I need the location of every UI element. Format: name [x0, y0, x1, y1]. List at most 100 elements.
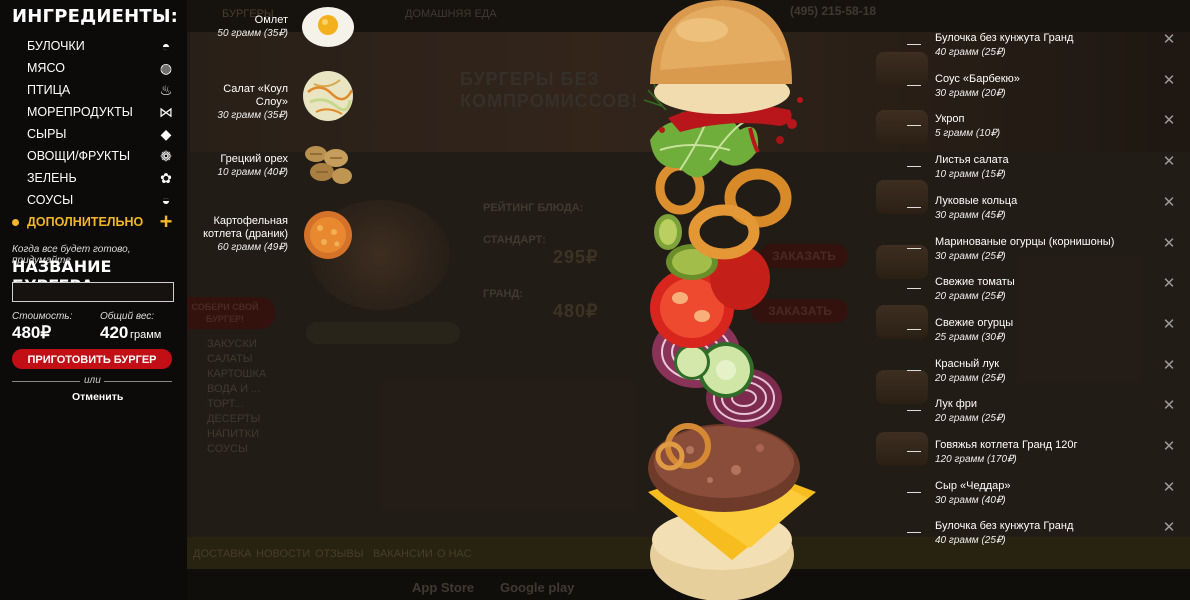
category-1[interactable]: МЯСО ◍ [27, 58, 177, 78]
stack-item-name: Маринованые огурцы (корнишоны) [935, 235, 1115, 248]
stack-item-weight: 20 грамм (25₽) [935, 291, 1006, 303]
active-indicator [12, 219, 19, 226]
remove-icon[interactable]: ✕ [1162, 32, 1176, 47]
choice-weight: 10 грамм (40₽) [217, 167, 288, 178]
remove-icon[interactable]: ✕ [1162, 113, 1176, 128]
stack-item-name: Булочка без кунжута Гранд [935, 32, 1074, 44]
remove-icon[interactable]: ✕ [1162, 480, 1176, 495]
remove-icon[interactable]: ✕ [1162, 520, 1176, 535]
category-0[interactable]: БУЛОЧКИ ◓ [27, 36, 177, 56]
category-8[interactable]: ДОПОЛНИТЕЛЬНО + [27, 209, 177, 234]
omelet-icon [302, 7, 354, 47]
stack-item: Лук фри 20 грамм (25₽) ✕ [907, 398, 1177, 439]
choice-weight: 30 грамм (35₽) [217, 110, 288, 121]
category-label: ЗЕЛЕНЬ [27, 171, 77, 185]
stack-item-name: Булочка без кунжута Гранд [935, 520, 1074, 533]
stack-item-name: Свежие томаты [935, 276, 1015, 289]
weight-label: Общий вес: [100, 311, 155, 322]
choice-name: Омлет [254, 14, 288, 26]
connector-line [907, 206, 921, 208]
walnut-icon [305, 146, 352, 184]
stack-item-weight: 30 грамм (40₽) [935, 494, 1006, 506]
stack-item-weight: 40 грамм (25₽) [935, 47, 1006, 58]
stack-item: Маринованые огурцы (корнишоны) 30 грамм (… [907, 235, 1177, 277]
steak-icon: ◍ [159, 59, 173, 76]
remove-icon[interactable]: ✕ [1162, 398, 1176, 413]
connector-line [907, 369, 921, 371]
stack-item-weight: 120 грамм (170₽) [935, 454, 1017, 465]
stack-item: Свежие томаты 20 грамм (25₽) ✕ [907, 276, 1177, 317]
remove-icon[interactable]: ✕ [1162, 236, 1176, 251]
stack-item-name: Укроп [935, 113, 965, 126]
stack-item-name: Свежие огурцы [935, 316, 1014, 329]
stack-item: Укроп 5 грамм (10₽) ✕ [907, 113, 1177, 154]
category-label: МЯСО [27, 61, 65, 75]
cancel-link[interactable]: Отменить [72, 391, 123, 403]
panel-title: ИНГРЕДИЕНТЫ: [12, 6, 179, 27]
weight-value: 420 [100, 323, 129, 342]
stack-item: Соус «Барбекю» 30 грамм (20₽) ✕ [907, 72, 1177, 114]
stack-item-name: Сыр «Чеддар» [935, 479, 1011, 492]
category-label: ДОПОЛНИТЕЛЬНО [27, 215, 144, 229]
cost-label: Стоимость: [12, 311, 73, 322]
stack-item-name: Луковые кольца [935, 194, 1018, 207]
remove-icon[interactable]: ✕ [1162, 195, 1176, 210]
stack-item-weight: 40 грамм (25₽) [935, 535, 1006, 547]
stack-item-name: Лук фри [935, 398, 978, 411]
category-label: СЫРЫ [27, 127, 67, 141]
stack-item-weight: 10 грамм (15₽) [935, 169, 1006, 181]
category-5[interactable]: ОВОЩИ/ФРУКТЫ ❁ [27, 146, 177, 166]
category-2[interactable]: ПТИЦА ♨ [27, 80, 177, 100]
potato-pancake-icon [304, 211, 352, 259]
burger-stack [643, 0, 816, 600]
drumstick-icon: ♨ [159, 81, 173, 98]
stack-item: Луковые кольца 30 грамм (45₽) ✕ [907, 194, 1177, 236]
choice-name: Картофельная котлета (драник) [203, 215, 288, 240]
plus-icon: + [159, 209, 173, 234]
fish-icon: ⋈ [159, 103, 173, 120]
category-label: СОУСЫ [27, 193, 74, 207]
stack-item: Говяжья котлета Гранд 120г 120 грамм (170… [907, 439, 1177, 480]
remove-icon[interactable]: ✕ [1162, 73, 1176, 88]
bun-icon: ◓ [161, 38, 171, 54]
stack-item: Красный лук 20 грамм (25₽) ✕ [907, 357, 1177, 399]
stack-item-weight: 30 грамм (25₽) [935, 250, 1006, 262]
choice-name: Грецкий орех [220, 153, 288, 165]
weight-unit: грамм [130, 329, 162, 341]
herbs-icon: ✿ [160, 169, 172, 186]
sauce-icon: ◒ [161, 192, 171, 208]
connector-line [907, 84, 921, 86]
category-6[interactable]: ЗЕЛЕНЬ ✿ [27, 168, 177, 188]
choice-weight: 50 грамм (35₽) [217, 28, 288, 39]
stack-item-name: Листья салата [935, 154, 1009, 167]
connector-line [907, 125, 921, 127]
cost-value: 480₽ [12, 323, 52, 342]
stack-item-name: Говяжья котлета Гранд 120г [935, 439, 1078, 451]
category-7[interactable]: СОУСЫ ◒ [27, 190, 177, 210]
cheese-icon: ◆ [160, 125, 172, 142]
connector-line [907, 166, 921, 168]
connector-line [907, 491, 921, 493]
remove-icon[interactable]: ✕ [1162, 358, 1176, 373]
cook-burger-button[interactable]: ПРИГОТОВИТЬ БУРГЕР [12, 349, 172, 369]
stack-item-weight: 5 грамм (10₽) [935, 128, 1001, 140]
burger-name-input[interactable] [12, 282, 174, 302]
remove-icon[interactable]: ✕ [1162, 317, 1176, 332]
remove-icon[interactable]: ✕ [1162, 439, 1176, 454]
stack-item-name: Красный лук [935, 357, 1000, 370]
stack-item-weight: 30 грамм (20₽) [935, 87, 1006, 99]
connector-line [907, 328, 921, 330]
stack-item: Сыр «Чеддар» 30 грамм (40₽) ✕ [907, 479, 1177, 521]
category-label: ПТИЦА [27, 83, 71, 97]
stack-item: Булочка без кунжута Гранд 40 грамм (25₽) ✕ [907, 32, 1177, 73]
coleslaw-icon [303, 71, 354, 121]
category-4[interactable]: СЫРЫ ◆ [27, 124, 177, 144]
stack-item-name: Соус «Барбекю» [935, 72, 1020, 85]
remove-icon[interactable]: ✕ [1162, 154, 1176, 169]
ingredient-panel: ИНГРЕДИЕНТЫ: БУЛОЧКИ ◓ МЯСО ◍ ПТИЦА ♨ МОРЕПРОД… [0, 0, 187, 600]
choice-name: Салат «Коул Слоу» [223, 83, 288, 108]
stack-item: Свежие огурцы 25 грамм (30₽) ✕ [907, 316, 1177, 358]
category-3[interactable]: МОРЕПРОДУКТЫ ⋈ [27, 102, 177, 122]
vegetables-icon: ❁ [160, 147, 172, 164]
remove-icon[interactable]: ✕ [1162, 276, 1176, 291]
